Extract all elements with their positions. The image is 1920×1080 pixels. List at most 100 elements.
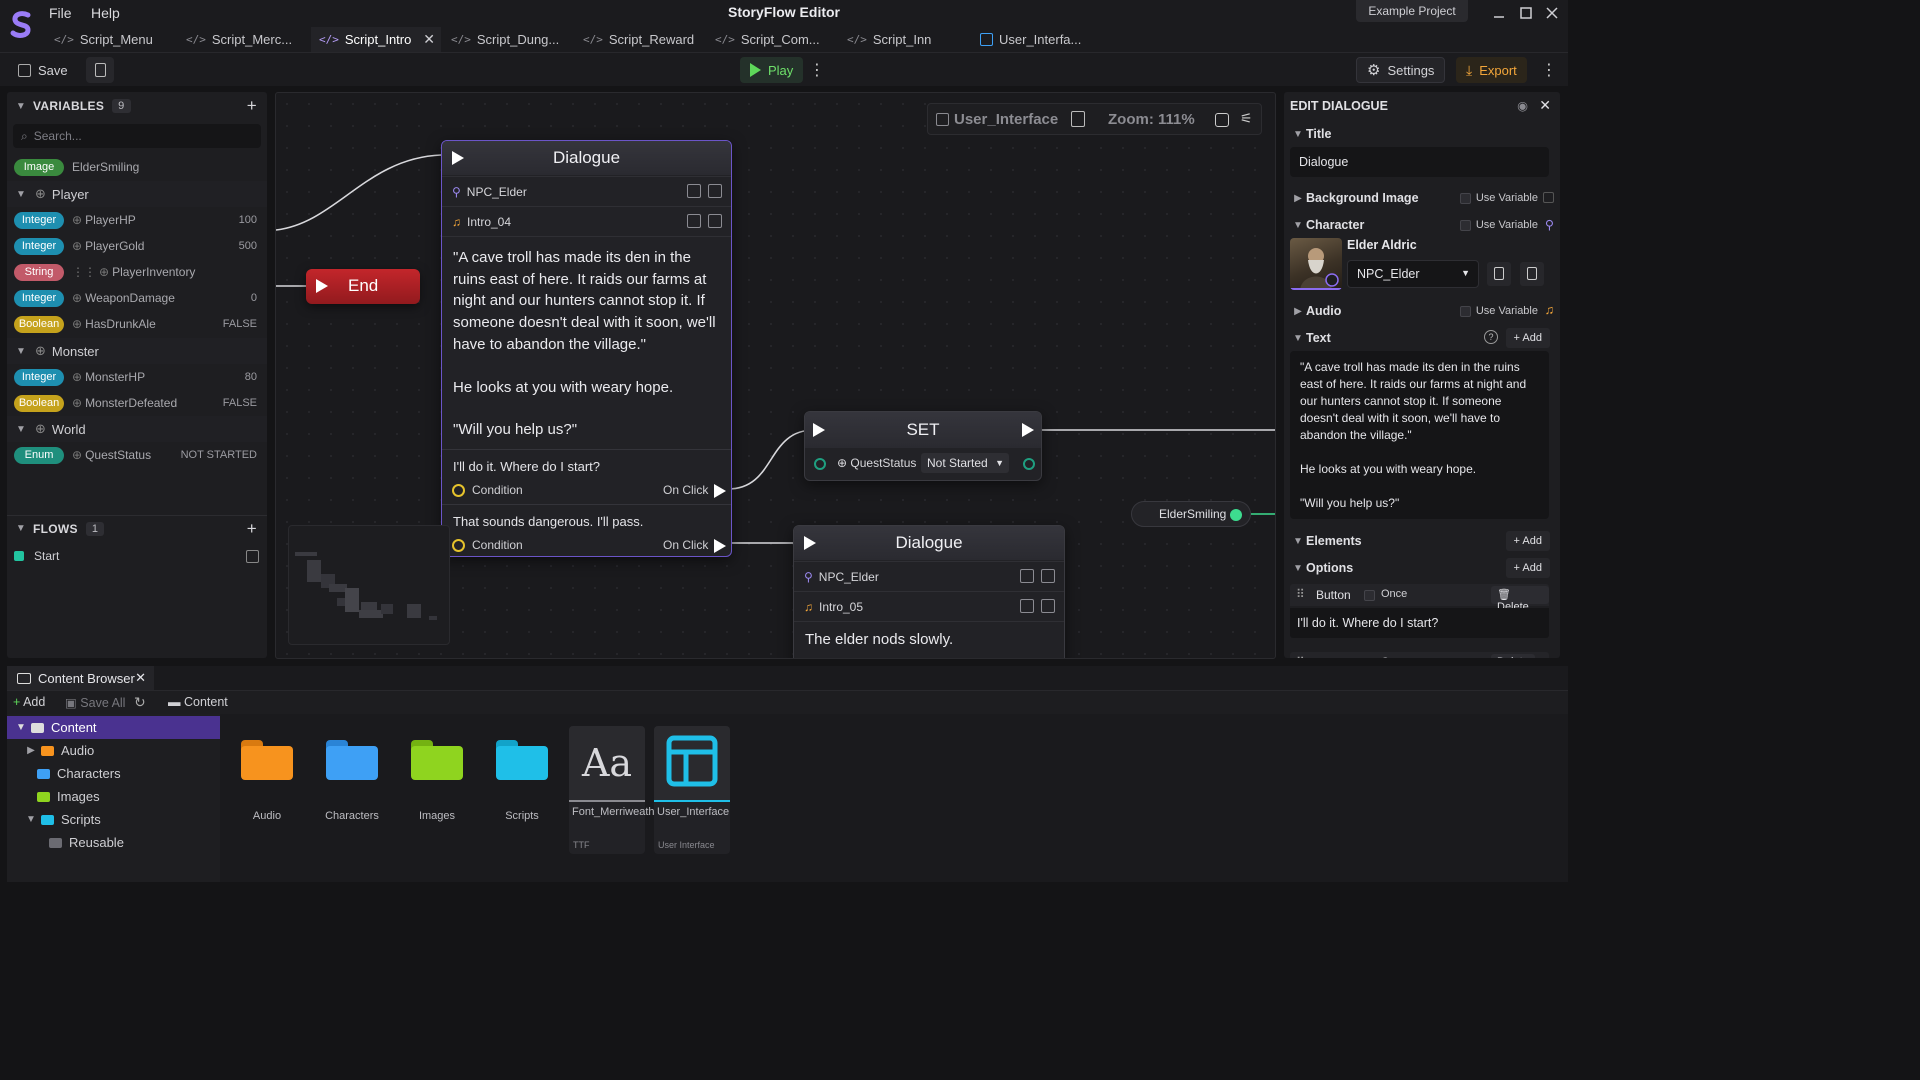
play-options-icon[interactable]: ⋮ xyxy=(806,57,828,83)
variable-row[interactable]: Boolean ⊕ HasDrunkAle FALSE xyxy=(7,311,267,337)
add-text-button[interactable]: + Add xyxy=(1505,328,1550,348)
close-tab-icon[interactable]: ✕ xyxy=(423,31,435,48)
focus-icon[interactable] xyxy=(246,549,259,563)
option-text-input[interactable]: I'll do it. Where do I start? xyxy=(1290,608,1549,638)
set-node[interactable]: SET ⊕ QuestStatus Not Started ▼ xyxy=(804,411,1042,481)
folder-tile-images[interactable]: Images xyxy=(399,726,475,854)
maximize-icon[interactable] xyxy=(1518,5,1534,21)
text-area[interactable]: "A cave troll has made its den in the ru… xyxy=(1290,351,1549,519)
checkbox[interactable] xyxy=(1459,305,1471,317)
use-variable-toggle[interactable]: Use Variable xyxy=(1459,192,1538,204)
menu-file[interactable]: File xyxy=(49,5,72,21)
menu-help[interactable]: Help xyxy=(91,5,120,21)
path-breadcrumb[interactable]: ▬ Content xyxy=(168,695,228,709)
close-panel-icon[interactable]: ✕ xyxy=(1539,97,1551,114)
open-character-button[interactable] xyxy=(1487,262,1511,286)
output-pin-icon[interactable] xyxy=(1022,423,1034,437)
tab-script-com[interactable]: </> Script_Com... xyxy=(707,27,835,52)
tab-script-intro[interactable]: </> Script_Intro ✕ xyxy=(311,27,441,52)
section-audio[interactable]: ▶ Audio Use Variable ♫ xyxy=(1284,298,1560,324)
tab-user-interface[interactable]: User_Interfa... xyxy=(972,27,1100,52)
character-row[interactable]: ⚲ NPC_Elder xyxy=(442,176,731,206)
folder-tile-scripts[interactable]: Scripts xyxy=(484,726,560,854)
output-pin-icon[interactable] xyxy=(714,539,726,553)
drag-handle-icon[interactable]: ⠿ xyxy=(1296,655,1305,658)
content-browser-tab[interactable]: Content Browser ✕ xyxy=(7,666,154,690)
title-input[interactable]: Dialogue xyxy=(1290,147,1549,177)
tab-script-reward[interactable]: </> Script_Reward xyxy=(575,27,703,52)
folder-tile-characters[interactable]: Characters xyxy=(314,726,390,854)
once-checkbox[interactable] xyxy=(1364,590,1375,601)
group-world[interactable]: ▼ ⊕ World xyxy=(7,416,267,442)
section-character[interactable]: ▼ Character Use Variable ⚲ xyxy=(1284,212,1560,238)
tree-item-characters[interactable]: Characters xyxy=(7,762,220,785)
flow-item[interactable]: Start xyxy=(7,543,267,569)
new-document-button[interactable] xyxy=(86,57,114,83)
eye-icon[interactable]: ◉ xyxy=(1517,98,1528,113)
character-select[interactable]: NPC_Elder ▼ xyxy=(1347,260,1479,288)
add-element-button[interactable]: + Add xyxy=(1505,531,1550,551)
close-window-icon[interactable] xyxy=(1544,5,1560,21)
variable-row[interactable]: Integer ⊕ MonsterHP 80 xyxy=(7,364,267,390)
folder-tile-audio[interactable]: Audio xyxy=(229,726,305,854)
variable-row[interactable]: String ⋮⋮ ⊕ PlayerInventory xyxy=(7,259,267,285)
variable-row[interactable]: Enum ⊕ QuestStatus NOT STARTED xyxy=(7,442,267,468)
enum-pin-icon[interactable] xyxy=(1023,458,1035,470)
image-pin-icon[interactable] xyxy=(1230,509,1242,521)
help-icon[interactable]: ? xyxy=(1484,330,1498,344)
tree-item-reusable[interactable]: Reusable xyxy=(7,831,220,854)
breadcrumb[interactable]: User_Interface xyxy=(954,111,1058,128)
tab-script-inn[interactable]: </> Script_Inn xyxy=(839,27,967,52)
enum-pin-icon[interactable] xyxy=(814,458,826,470)
play-audio-icon[interactable] xyxy=(708,214,722,228)
refresh-icon[interactable]: ↻ xyxy=(134,694,146,711)
character-portrait[interactable] xyxy=(1290,238,1342,290)
open-document-icon[interactable] xyxy=(1071,111,1085,127)
end-node[interactable]: End xyxy=(306,269,420,304)
audio-row[interactable]: ♫ Intro_05 xyxy=(794,591,1064,621)
asset-tile-font[interactable]: Aa Font_Merriweather TTF xyxy=(569,726,664,854)
save-all-button[interactable]: ▣ Save All xyxy=(65,695,125,710)
variable-row[interactable]: Image ElderSmiling xyxy=(7,154,267,180)
tree-item-content[interactable]: ▼ Content xyxy=(7,716,220,739)
play-button[interactable]: Play xyxy=(740,57,804,83)
sliders-icon[interactable]: ⚟ xyxy=(1240,110,1253,127)
option-row[interactable]: That sounds dangerous. I'll pass. Condit… xyxy=(442,504,731,556)
dialogue-node[interactable]: Dialogue ⚲ NPC_Elder ♫ Intro_05 The elde… xyxy=(793,525,1065,658)
variable-search-input[interactable]: ⌕ Search... xyxy=(13,124,261,148)
close-tab-icon[interactable]: ✕ xyxy=(135,670,146,686)
use-variable-toggle[interactable]: Use Variable xyxy=(1459,219,1538,231)
use-variable-toggle[interactable]: Use Variable xyxy=(1459,305,1538,317)
swap-icon[interactable] xyxy=(1041,569,1055,583)
document-icon[interactable] xyxy=(687,184,701,198)
project-name-button[interactable]: Example Project xyxy=(1356,0,1468,22)
dialogue-node[interactable]: Dialogue ⚲ NPC_Elder ♫ Intro_04 "A cave … xyxy=(441,140,732,557)
save-button[interactable]: Save xyxy=(8,57,78,83)
drag-handle-icon[interactable]: ⠿ xyxy=(1296,587,1305,601)
add-content-button[interactable]: + Add xyxy=(13,695,45,709)
more-options-icon[interactable]: ⋮ xyxy=(1538,57,1560,83)
document-icon[interactable] xyxy=(1020,599,1034,613)
document-icon[interactable] xyxy=(687,214,701,228)
tree-item-scripts[interactable]: ▼ Scripts xyxy=(7,808,220,831)
checkbox[interactable] xyxy=(1459,192,1471,204)
enum-value-select[interactable]: Not Started ▼ xyxy=(921,453,1009,473)
node-canvas[interactable]: User_Interface Zoom: 111% ⚟ End Dialogue… xyxy=(275,92,1276,659)
variable-row[interactable]: Boolean ⊕ MonsterDefeated FALSE xyxy=(7,390,267,416)
settings-button[interactable]: ⚙ Settings xyxy=(1356,57,1446,83)
checkbox[interactable] xyxy=(1459,219,1471,231)
image-variable-node[interactable]: ElderSmiling xyxy=(1131,501,1251,527)
play-audio-icon[interactable] xyxy=(1041,599,1055,613)
tab-script-merc[interactable]: </> Script_Merc... xyxy=(178,27,306,52)
document-icon[interactable] xyxy=(1020,569,1034,583)
group-player[interactable]: ▼ ⊕ Player xyxy=(7,181,267,207)
variables-header[interactable]: ▼ VARIABLES 9 + xyxy=(7,93,267,119)
add-variable-icon[interactable]: + xyxy=(247,96,257,116)
flows-header[interactable]: ▼ FLOWS 1 + xyxy=(7,515,267,541)
variable-row[interactable]: Integer ⊕ WeaponDamage 0 xyxy=(7,285,267,311)
delete-option-button[interactable]: Delete xyxy=(1491,654,1535,658)
export-button[interactable]: ⤓ Export xyxy=(1456,57,1527,83)
variable-row[interactable]: Integer ⊕ PlayerHP 100 xyxy=(7,207,267,233)
variable-row[interactable]: Integer ⊕ PlayerGold 500 xyxy=(7,233,267,259)
section-elements[interactable]: ▼ Elements + Add xyxy=(1284,528,1560,554)
